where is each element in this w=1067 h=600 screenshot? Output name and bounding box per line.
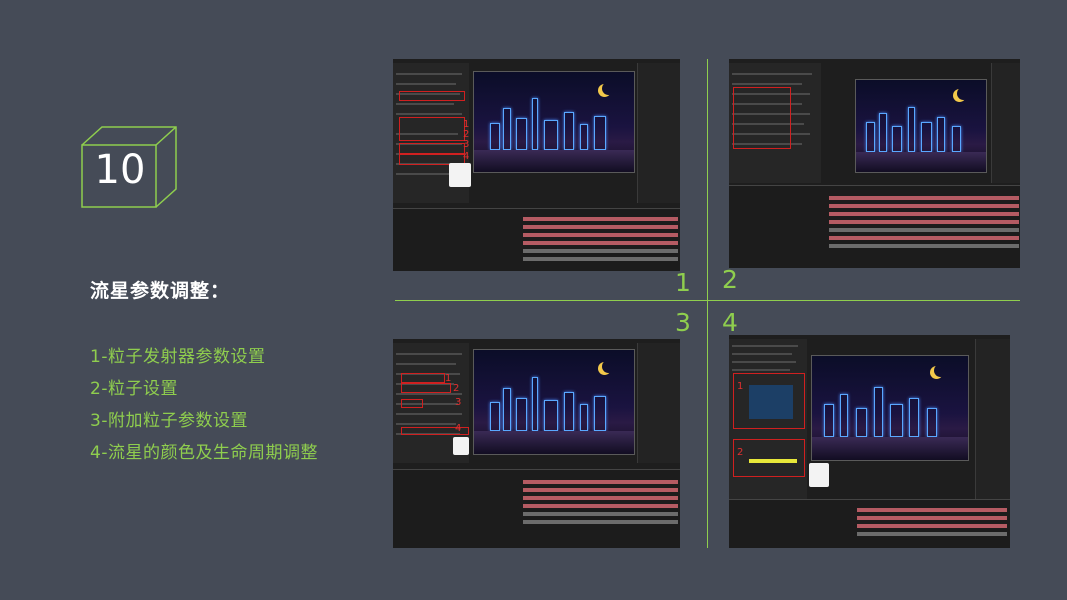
composition-viewer	[855, 79, 987, 173]
annotation-number: 4	[455, 423, 462, 434]
timeline-panel	[393, 469, 680, 548]
annotation-number: 3	[463, 139, 470, 150]
annotation-number: 2	[453, 383, 460, 394]
timeline-panel	[729, 185, 1020, 268]
annotation-number: 1	[737, 381, 744, 392]
composition-viewer	[811, 355, 969, 461]
screenshot-effect-controls-emitter: 1 2 3 4	[393, 59, 680, 271]
quadrant-label-4: 4	[722, 308, 738, 337]
timeline-panel	[729, 499, 1010, 548]
step-list: 1-粒子发射器参数设置 2-粒子设置 3-附加粒子参数设置 4-流星的颜色及生命…	[90, 346, 318, 474]
annotation-number: 1	[445, 373, 452, 384]
cartoon-sticker	[449, 163, 471, 187]
screenshot-effect-controls-auxiliary: 1 2 3 4	[393, 339, 680, 548]
step-item: 3-附加粒子参数设置	[90, 411, 248, 431]
side-panel	[991, 63, 1020, 183]
quadrant-label-3: 3	[675, 308, 691, 337]
step-item: 1-粒子发射器参数设置	[90, 347, 266, 367]
color-bar	[749, 459, 797, 463]
step-item: 4-流星的颜色及生命周期调整	[90, 443, 318, 463]
screenshot-effect-controls-particle	[729, 59, 1020, 268]
composition-viewer	[473, 349, 635, 455]
composition-viewer	[473, 71, 635, 173]
side-panel	[637, 343, 680, 463]
quadrant-label-2: 2	[722, 265, 738, 294]
step-item: 2-粒子设置	[90, 379, 178, 399]
screenshot-effect-controls-color-life: 1 2	[729, 335, 1010, 548]
annotation-number: 3	[455, 397, 462, 408]
side-panel	[637, 63, 680, 203]
annotation-number: 2	[737, 447, 744, 458]
annotation-number: 4	[463, 151, 470, 162]
side-panel	[975, 339, 1010, 499]
timeline-panel	[393, 208, 680, 271]
cartoon-sticker	[809, 463, 829, 487]
cartoon-sticker	[453, 437, 469, 455]
slide-number: 10	[94, 147, 146, 193]
vertical-divider	[707, 59, 708, 548]
quadrant-label-1: 1	[675, 268, 691, 297]
slide-heading: 流星参数调整：	[90, 280, 231, 302]
curve-graph	[749, 385, 793, 419]
